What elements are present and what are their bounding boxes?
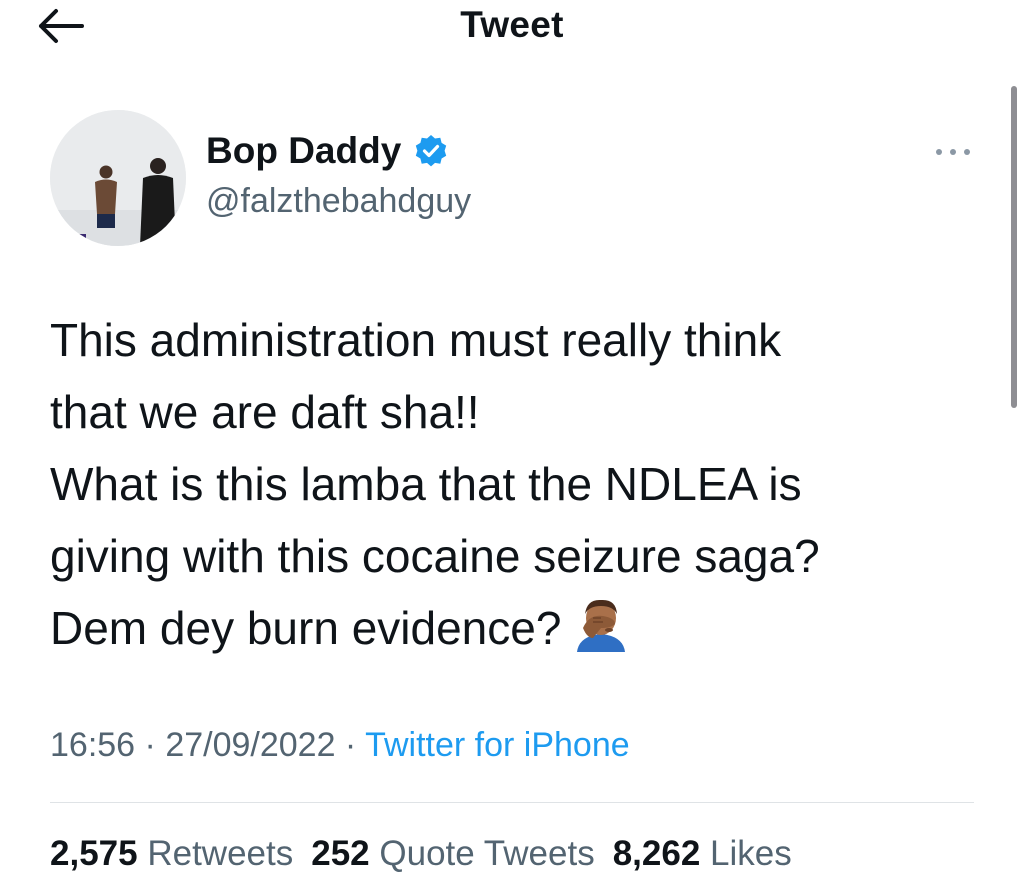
retweets-stat[interactable]: 2,575 Retweets xyxy=(50,834,293,873)
more-dots-icon xyxy=(936,149,970,155)
quote-tweets-stat[interactable]: 252 Quote Tweets xyxy=(311,834,594,873)
author-handle[interactable]: @falzthebahdguy xyxy=(206,182,471,221)
quote-tweets-count: 252 xyxy=(311,834,370,873)
meta-separator: · xyxy=(335,726,366,764)
avatar[interactable] xyxy=(50,110,186,246)
tweet-source-link[interactable]: Twitter for iPhone xyxy=(365,726,630,764)
tweet-line-last: Dem dey burn evidence? xyxy=(50,592,980,664)
tweet-text: This administration must really think th… xyxy=(50,304,980,664)
tweet-date: 27/09/2022 xyxy=(165,726,336,764)
tweet-line: What is this lamba that the NDLEA is xyxy=(50,458,802,510)
tweet-line: This administration must really think xyxy=(50,314,782,366)
tweet-stats: 2,575 Retweets 252 Quote Tweets 8,262 Like… xyxy=(50,834,810,874)
tweet-line: Dem dey burn evidence? xyxy=(50,602,562,654)
tweet-meta: 16:56 · 27/09/2022 · Twitter for iPhone xyxy=(50,726,630,765)
divider xyxy=(50,802,974,803)
author-name-row[interactable]: Bop Daddy xyxy=(206,130,448,178)
retweets-label: Retweets xyxy=(147,834,294,873)
header-bar: Tweet xyxy=(0,0,1024,60)
retweets-count: 2,575 xyxy=(50,834,138,873)
scrollbar[interactable] xyxy=(1011,86,1017,408)
tweet-time: 16:56 xyxy=(50,726,136,764)
verified-badge-icon xyxy=(415,135,446,167)
facepalm-emoji-icon xyxy=(577,599,626,652)
tweet-line: that we are daft sha!! xyxy=(50,386,480,438)
quote-tweets-label: Quote Tweets xyxy=(379,834,595,873)
likes-label: Likes xyxy=(710,834,792,873)
page-title: Tweet xyxy=(460,4,564,45)
meta-separator: · xyxy=(135,726,166,764)
display-name[interactable]: Bop Daddy xyxy=(206,130,401,171)
tweet-line: giving with this cocaine seizure saga? xyxy=(50,530,820,582)
more-options-button[interactable] xyxy=(930,140,976,164)
likes-stat[interactable]: 8,262 Likes xyxy=(613,834,792,873)
likes-count: 8,262 xyxy=(612,834,701,873)
